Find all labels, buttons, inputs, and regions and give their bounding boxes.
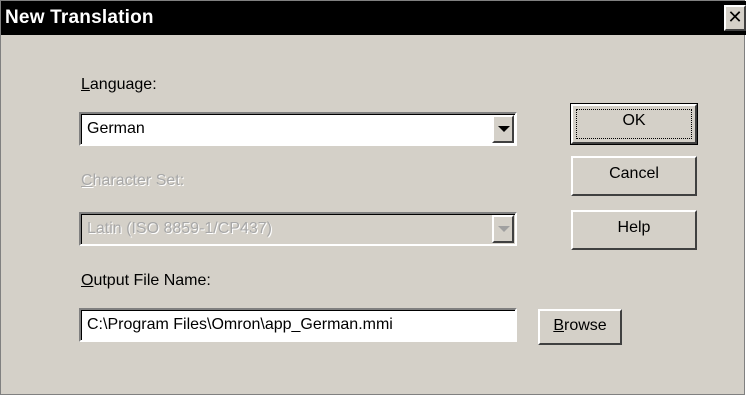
character-set-dropdown-button: [492, 215, 514, 243]
character-set-select: Latin (ISO 8859-1/CP437): [79, 212, 517, 246]
language-label: Language:: [81, 76, 157, 93]
ok-button[interactable]: OK: [570, 103, 698, 145]
language-select[interactable]: German: [79, 112, 517, 146]
output-file-label: Output File Name:: [81, 272, 211, 289]
language-value: German: [87, 120, 145, 137]
dialog-title: New Translation: [5, 7, 154, 28]
cancel-button[interactable]: Cancel: [571, 156, 697, 196]
new-translation-dialog: New Translation ✕ Language: German Chara…: [0, 0, 746, 395]
help-button[interactable]: Help: [571, 210, 697, 250]
title-bar: New Translation ✕: [1, 1, 746, 35]
chevron-down-icon: [498, 226, 510, 232]
character-set-label: Character Set:: [81, 172, 185, 189]
close-icon[interactable]: ✕: [724, 5, 746, 31]
browse-button[interactable]: Browse: [538, 309, 622, 345]
character-set-value: Latin (ISO 8859-1/CP437): [87, 220, 272, 237]
output-file-input[interactable]: C:\Program Files\Omron\app_German.mmi: [79, 308, 517, 342]
chevron-down-icon: [498, 126, 510, 132]
output-file-value: C:\Program Files\Omron\app_German.mmi: [87, 316, 393, 333]
language-dropdown-button[interactable]: [492, 115, 514, 143]
